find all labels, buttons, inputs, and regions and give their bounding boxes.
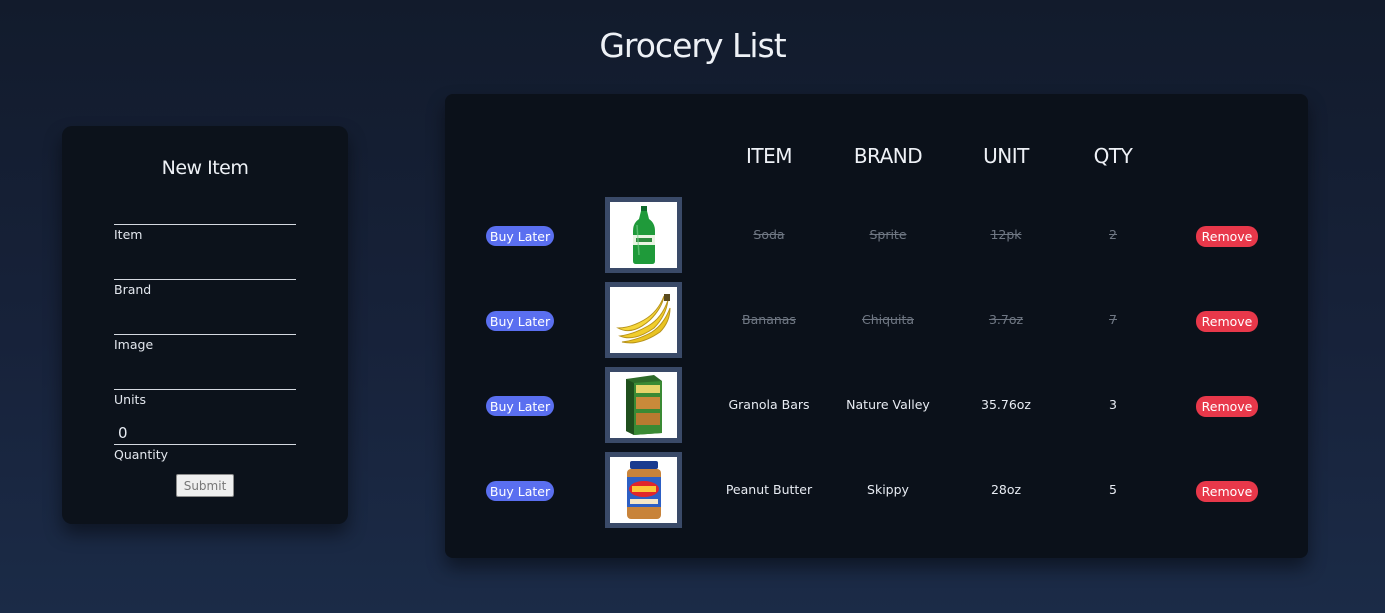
item-thumbnail — [605, 197, 682, 273]
grocery-list-table: ITEM BRAND UNIT QTY Buy Later Soda Sprit… — [445, 94, 1308, 558]
quantity-label: Quantity — [114, 447, 169, 462]
buy-later-button[interactable]: Buy Later — [486, 226, 554, 246]
buy-later-button[interactable]: Buy Later — [486, 396, 554, 416]
item-unit: 35.76oz — [981, 397, 1031, 412]
remove-button[interactable]: Remove — [1196, 396, 1258, 417]
peanut-butter-jar-icon — [626, 461, 661, 519]
item-brand: Chiquita — [861, 312, 914, 327]
brand-input[interactable] — [114, 256, 296, 280]
item-unit: 12pk — [990, 227, 1022, 242]
column-header-brand: BRAND — [853, 144, 923, 168]
remove-button[interactable]: Remove — [1196, 311, 1258, 332]
brand-field: Brand — [114, 256, 296, 297]
item-name: Granola Bars — [728, 397, 810, 412]
soda-bottle-icon — [632, 206, 655, 264]
column-header-unit: UNIT — [983, 144, 1029, 168]
item-brand: Skippy — [867, 482, 909, 497]
bananas-icon — [615, 294, 670, 344]
item-brand: Nature Valley — [846, 397, 930, 412]
table-row: Buy Later Granola Bars Nature Valley 35.… — [445, 367, 1308, 443]
granola-bar-box-icon — [625, 375, 662, 435]
brand-label: Brand — [114, 282, 152, 297]
new-item-form: New Item Item Brand Image Units Quantity… — [62, 126, 348, 524]
image-field: Image — [114, 311, 296, 352]
buy-later-button[interactable]: Buy Later — [486, 481, 554, 501]
quantity-field: Quantity — [114, 421, 296, 462]
item-qty: 5 — [1109, 482, 1117, 497]
item-thumbnail — [605, 367, 682, 443]
units-field: Units — [114, 366, 296, 407]
item-name: Soda — [753, 227, 785, 242]
item-name: Bananas — [742, 312, 796, 327]
table-row: Buy Later Peanut Butter Skippy 28oz 5 Re… — [445, 452, 1308, 528]
image-input[interactable] — [114, 311, 296, 335]
item-qty: 3 — [1109, 397, 1117, 412]
units-label: Units — [114, 392, 146, 407]
table-row: Buy Later Bananas Chiquita 3.7oz 7 Remov… — [445, 282, 1308, 358]
table-row: Buy Later Soda Sprite 12pk 2 Remove — [445, 197, 1308, 273]
column-header-qty: QTY — [1093, 144, 1133, 168]
submit-button[interactable]: Submit — [176, 474, 234, 497]
item-brand: Sprite — [869, 227, 907, 242]
remove-button[interactable]: Remove — [1196, 226, 1258, 247]
form-title: New Item — [161, 157, 249, 179]
item-unit: 28oz — [990, 482, 1022, 497]
remove-button[interactable]: Remove — [1196, 481, 1258, 502]
page-title: Grocery List — [599, 26, 786, 65]
column-header-item: ITEM — [745, 144, 793, 168]
item-unit: 3.7oz — [988, 312, 1024, 327]
buy-later-button[interactable]: Buy Later — [486, 311, 554, 331]
item-thumbnail — [605, 452, 682, 528]
item-qty: 7 — [1109, 312, 1117, 327]
item-name: Peanut Butter — [725, 482, 813, 497]
item-field: Item — [114, 201, 296, 242]
units-input[interactable] — [114, 366, 296, 390]
item-label: Item — [114, 227, 143, 242]
item-thumbnail — [605, 282, 682, 358]
image-label: Image — [114, 337, 154, 352]
item-input[interactable] — [114, 201, 296, 225]
quantity-input[interactable] — [114, 421, 296, 445]
item-qty: 2 — [1109, 227, 1117, 242]
